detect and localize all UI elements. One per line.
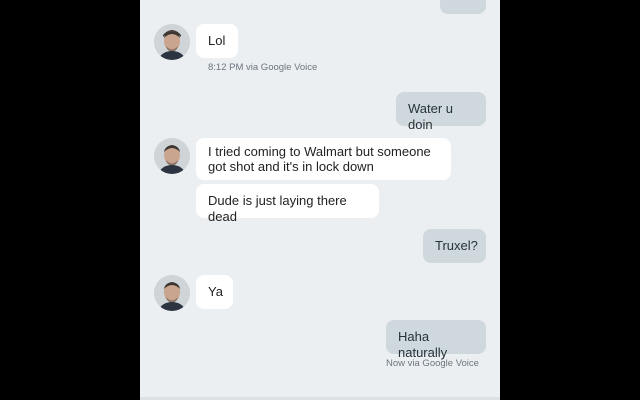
message-bubble-incoming[interactable]: Ya: [196, 275, 233, 309]
message-bubble-outgoing[interactable]: Water u doin: [396, 92, 486, 132]
person-photo-icon: [154, 275, 190, 311]
message-text: I tried coming to Walmart but someone go…: [208, 144, 431, 174]
message-text: Haha naturally: [398, 329, 448, 360]
message-text: Water u doin: [408, 101, 454, 132]
message-bubble-incoming[interactable]: Lol: [196, 24, 238, 58]
person-photo-icon: [154, 24, 190, 60]
message-text: Ya: [208, 284, 223, 299]
person-photo-icon: [154, 138, 190, 174]
contact-avatar[interactable]: [154, 138, 190, 174]
contact-avatar[interactable]: [154, 24, 190, 60]
message-bubble-outgoing-partial[interactable]: [440, 0, 486, 14]
message-bubble-outgoing[interactable]: Haha naturally: [386, 320, 486, 360]
message-text: Dude is just laying there dead: [208, 193, 347, 224]
message-timestamp: Now via Google Voice: [386, 358, 479, 369]
message-timestamp: 8:12 PM via Google Voice: [208, 62, 318, 73]
message-bubble-incoming[interactable]: I tried coming to Walmart but someone go…: [196, 138, 451, 180]
screen: Lol 8:12 PM via Google Voice Water u doi…: [0, 0, 640, 400]
contact-avatar[interactable]: [154, 275, 190, 311]
message-text: Truxel?: [435, 238, 478, 253]
conversation-thread[interactable]: Lol 8:12 PM via Google Voice Water u doi…: [140, 0, 500, 400]
message-bubble-outgoing[interactable]: Truxel?: [423, 229, 486, 263]
message-bubble-incoming[interactable]: Dude is just laying there dead: [196, 184, 379, 224]
message-text: Lol: [208, 33, 226, 48]
